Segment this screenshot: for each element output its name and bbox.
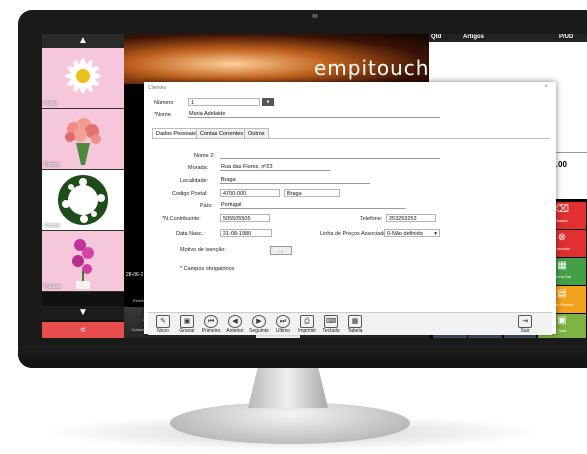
motivo-label: Motivo de isenção: <box>180 247 226 253</box>
pais-label: País: <box>200 203 213 209</box>
localidade-field[interactable]: Braga <box>220 176 370 184</box>
primeiro-button[interactable]: ⏮ Primeiro <box>200 315 222 335</box>
new-icon: ✎ <box>156 315 170 328</box>
datanasc-field[interactable]: 21-08-1980 <box>220 229 272 237</box>
category-label: Ramos <box>44 162 60 168</box>
codpostal-label: Codigo Postal: <box>172 191 208 197</box>
toolbar-label: Anterior <box>226 328 244 334</box>
webcam-icon <box>312 14 318 18</box>
category-label: Plantas <box>44 284 61 290</box>
chevron-down-icon: ▾ <box>434 231 437 237</box>
bouquet-icon <box>65 118 101 165</box>
numero-label: Número <box>154 100 174 106</box>
linhaprecos-value: 0-Não definido <box>387 231 423 237</box>
table-header: Qtd Artigos P/UD <box>429 34 587 42</box>
category-label: Coroas <box>44 223 61 229</box>
contribuinte-label: *N.Contribuinte: <box>162 216 201 222</box>
back-button[interactable]: « <box>42 322 124 338</box>
toolbar-label: Sair <box>520 328 530 334</box>
dialog-toolbar: ✎ Novo ▣ Gravar ⏮ Primeiro ◀ Anterior ▶ Segui… <box>148 312 552 335</box>
codpostal-city-field[interactable]: Braga <box>284 189 340 197</box>
toolbar-label: Ultimo <box>275 328 291 334</box>
sair-button[interactable]: ⇥ Sair <box>514 315 536 335</box>
tabela-button[interactable]: ▦ Tabela <box>344 315 366 335</box>
orchid-icon <box>72 239 94 289</box>
pais-field[interactable]: Portugal <box>220 201 406 209</box>
clients-dialog: Clientes × Número 1 ● *Nome Maria Adelai… <box>144 82 556 335</box>
search-button[interactable]: ● <box>262 98 274 106</box>
monitor-chin <box>18 346 587 368</box>
brand-logo: empitouch <box>314 56 430 80</box>
toolbar-label: Tabela <box>347 328 363 334</box>
toolbar-label: Seguinte <box>249 328 269 334</box>
search-icon: ● <box>266 99 270 105</box>
category-plantas[interactable]: Plantas <box>42 231 124 292</box>
ultimo-button[interactable]: ⏭ Ultimo <box>272 315 294 335</box>
date-fragment: 28-06-2 <box>126 272 144 278</box>
morada-field[interactable]: Rua das Flores, nº23 <box>220 163 330 171</box>
first-icon: ⏮ <box>204 315 218 328</box>
previous-icon: ◀ <box>228 315 242 328</box>
close-icon[interactable]: × <box>544 84 548 90</box>
save-icon: ▣ <box>180 315 194 328</box>
telefone-label: Telefone: <box>360 216 383 222</box>
toolbar-label: Primeiro <box>201 328 221 334</box>
last-icon: ⏭ <box>276 315 290 328</box>
cancel-label: Cancelar <box>553 246 570 251</box>
linhaprecos-select[interactable]: 0-Não definido ▾ <box>384 229 440 237</box>
telefone-field[interactable]: 253253253 <box>386 214 436 222</box>
linhaprecos-label: Linha de Preços Associado: <box>320 231 388 237</box>
motivo-button[interactable]: ... <box>270 246 292 255</box>
nome-label: *Nome <box>154 112 171 118</box>
daisy-icon <box>65 58 101 94</box>
datanasc-label: Data Nasc.: <box>176 231 205 237</box>
category-coroas[interactable]: Coroas <box>42 170 124 231</box>
monitor-stand-neck <box>248 368 328 408</box>
category-ramos[interactable]: Ramos <box>42 109 124 170</box>
category-flores[interactable]: Flores <box>42 48 124 109</box>
anterior-button[interactable]: ◀ Anterior <box>224 315 246 335</box>
dialog-title: Clientes <box>148 85 167 91</box>
col-price: P/UD <box>559 34 574 40</box>
toolbar-label: Teclado <box>322 328 340 334</box>
banner-image: empitouch <box>124 34 429 84</box>
keyboard-icon: ⌨ <box>324 315 338 328</box>
nome2-field[interactable] <box>220 151 440 159</box>
exit-icon: ⇥ <box>518 315 532 328</box>
novo-button[interactable]: ✎ Novo <box>152 315 174 335</box>
localidade-label: Localidade: <box>180 178 209 184</box>
tab-divider <box>152 138 550 139</box>
table-icon: ▦ <box>348 315 362 328</box>
col-items: Artigos <box>463 34 484 40</box>
morada-label: Morada: <box>188 165 209 171</box>
category-up-button[interactable]: ▲ <box>42 34 124 48</box>
codpostal-field[interactable]: 4700-000 <box>220 189 280 197</box>
imprimir-button[interactable]: ⎙ Imprimir <box>296 315 318 335</box>
partial-label: Esfolh <box>133 298 145 303</box>
contribuinte-field[interactable]: 505505505 <box>220 214 270 222</box>
col-qty: Qtd <box>431 34 442 40</box>
category-down-button[interactable]: ▼ <box>42 306 124 320</box>
monitor-stand-base <box>170 402 410 444</box>
gravar-button[interactable]: ▣ Gravar <box>176 315 198 335</box>
printer-icon: ⎙ <box>300 315 314 328</box>
category-column: ▲ Flores Ramos Coroas Plantas ▼ « <box>42 34 124 338</box>
nome-field[interactable]: Maria Adelaide <box>188 110 440 118</box>
pos-screen: ▲ Flores Ramos Coroas Plantas ▼ « 28-06-… <box>42 34 587 338</box>
toolbar-label: Novo <box>157 328 169 334</box>
nome2-label: Nome 2: <box>194 153 215 159</box>
numero-field[interactable]: 1 <box>188 98 260 106</box>
seguinte-button[interactable]: ▶ Seguinte <box>248 315 270 335</box>
next-icon: ▶ <box>252 315 266 328</box>
teclado-button[interactable]: ⌨ Teclado <box>320 315 342 335</box>
category-label: Flores <box>44 101 58 107</box>
required-note: * Campos obrigatórios <box>180 266 235 272</box>
total-label: Total <box>557 328 567 333</box>
toolbar-label: Gravar <box>179 328 195 334</box>
wreath-icon <box>58 175 108 225</box>
toolbar-label: Imprimir <box>297 328 317 334</box>
void-label: Anular <box>556 218 568 223</box>
